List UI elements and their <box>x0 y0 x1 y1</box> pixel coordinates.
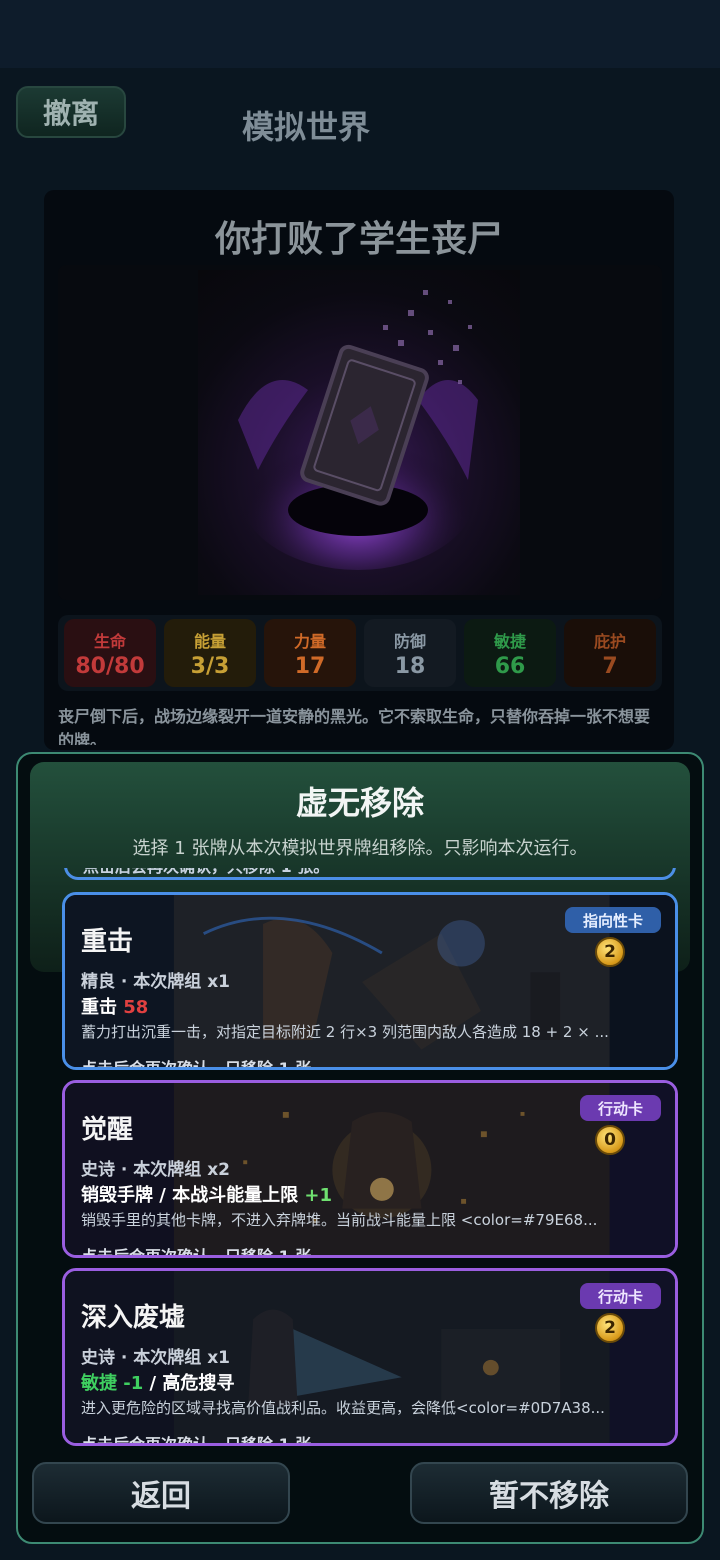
stat-energy: 能量 3/3 <box>164 619 256 687</box>
card-option-awaken[interactable]: 觉醒 行动卡 0 史诗 · 本次牌组 x2 销毁手牌 / 本战斗能量上限 +1 … <box>62 1080 678 1258</box>
stat-value: 7 <box>602 653 618 679</box>
card-rarity-count: 精良 · 本次牌组 x1 <box>81 972 231 992</box>
card-confirm-hint: 点击后会再次确认，只移除 1 张。 <box>81 1247 328 1258</box>
energy-cost-coin-icon: 2 <box>595 1313 625 1343</box>
card-effect-summary: 销毁手牌 / 本战斗能量上限 +1 <box>81 1181 332 1207</box>
stat-health: 生命 80/80 <box>64 619 156 687</box>
card-name: 深入废墟 <box>81 1303 186 1333</box>
card-effect-value: 敏捷 -1 <box>81 1373 144 1394</box>
card-description: 进入更危险的区域寻找高价值战利品。收益更高，会降低<color=#0D7A38.… <box>81 1399 605 1417</box>
energy-cost-coin-icon: 0 <box>595 1125 625 1155</box>
stat-shelter: 庇护 7 <box>564 619 656 687</box>
stat-defense: 防御 18 <box>364 619 456 687</box>
stat-label: 能量 <box>193 631 226 651</box>
stat-value: 3/3 <box>190 653 230 679</box>
dialog-subtitle: 选择 1 张牌从本次模拟世界牌组移除。只影响本次运行。 <box>132 838 588 859</box>
card-effect-label: 销毁手牌 / 本战斗能量上限 <box>81 1185 305 1206</box>
stat-value: 66 <box>494 653 526 679</box>
card-type-tag: 指向性卡 <box>564 907 661 933</box>
card-option-heavy-strike[interactable]: 重击 指向性卡 2 精良 · 本次牌组 x1 重击 58 蓄力打出沉重一击，对指… <box>62 892 678 1070</box>
card-confirm-hint: 点击后会再次确认，只移除 1 张。 <box>81 1435 328 1446</box>
card-type-tag: 行动卡 <box>579 1283 661 1309</box>
card-confirm-hint: 点击后会再次确认，只移除 1 张。 <box>81 1059 328 1070</box>
stat-value: 17 <box>294 653 326 679</box>
card-peek-previous[interactable]: 点击后会再次确认，只移除 1 张。 <box>64 868 676 880</box>
energy-cost-coin-icon: 2 <box>595 937 625 967</box>
stat-label: 防御 <box>393 631 426 651</box>
void-card-illustration <box>198 270 520 595</box>
card-name: 重击 <box>81 927 134 957</box>
stat-label: 力量 <box>293 631 326 651</box>
story-text: 丧尸倒下后，战场边缘裂开一道安静的黑光。它不索取生命，只替你吞掉一张不想要的牌。 <box>58 707 651 745</box>
back-button[interactable]: 返回 <box>32 1462 290 1524</box>
skip-remove-button[interactable]: 暂不移除 <box>410 1462 688 1524</box>
stat-strength: 力量 17 <box>264 619 356 687</box>
card-type-tag: 行动卡 <box>579 1095 661 1121</box>
card-effect-summary: 敏捷 -1 / 高危搜寻 <box>81 1369 234 1395</box>
card-effect-label: / 高危搜寻 <box>143 1373 235 1394</box>
stats-row: 生命 80/80 能量 3/3 力量 17 防御 18 敏捷 66 庇护 7 <box>58 615 662 691</box>
stat-agility: 敏捷 66 <box>464 619 556 687</box>
card-description: 蓄力打出沉重一击，对指定目标附近 2 行×3 列范围内敌人各造成 18 + 2 … <box>81 1023 609 1041</box>
card-list[interactable]: 点击后会再次确认，只移除 1 张。 重击 指向性卡 2 精良 · 本次牌组 x1… <box>20 868 700 1450</box>
card-rarity-count: 史诗 · 本次牌组 x1 <box>81 1348 231 1368</box>
card-effect-value: +1 <box>304 1185 332 1206</box>
card-confirm-hint: 点击后会再次确认，只移除 1 张。 <box>83 868 329 877</box>
dialog-title: 虚无移除 <box>295 784 424 822</box>
card-effect-summary: 重击 58 <box>81 993 148 1019</box>
stat-value: 18 <box>394 653 426 679</box>
card-effect-label: 重击 <box>81 997 124 1018</box>
card-option-into-ruins[interactable]: 深入废墟 行动卡 2 史诗 · 本次牌组 x1 敏捷 -1 / 高危搜寻 进入更… <box>62 1268 678 1446</box>
event-art-frame <box>58 265 662 600</box>
stat-label: 生命 <box>93 631 126 651</box>
page-title: 模拟世界 <box>242 108 371 146</box>
retreat-button[interactable]: 撤离 <box>16 86 126 138</box>
stat-value: 80/80 <box>75 653 145 679</box>
stat-label: 庇护 <box>593 631 626 651</box>
card-rarity-count: 史诗 · 本次牌组 x2 <box>81 1160 231 1180</box>
card-name: 觉醒 <box>81 1115 134 1145</box>
card-description: 销毁手里的其他卡牌，不进入弃牌堆。当前战斗能量上限 <color=#79E68.… <box>81 1211 598 1229</box>
top-status-bar <box>0 0 720 68</box>
card-effect-value: 58 <box>123 997 149 1018</box>
stat-label: 敏捷 <box>493 631 526 651</box>
victory-title: 你打败了学生丧尸 <box>214 219 503 260</box>
